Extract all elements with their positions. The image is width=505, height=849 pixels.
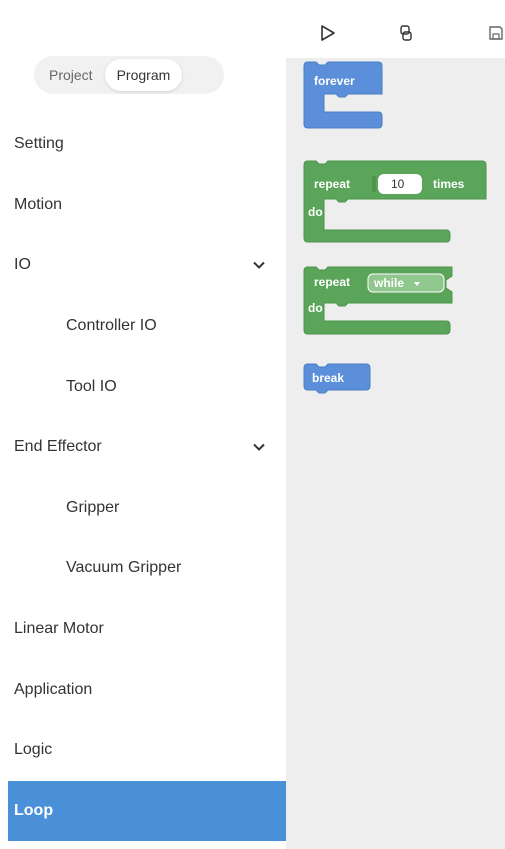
repeat-while-block[interactable]: repeat while do [303, 266, 453, 335]
play-icon[interactable] [318, 22, 338, 44]
category-label: Logic [14, 741, 53, 759]
category-label: Gripper [66, 498, 120, 516]
chevron-down-icon[interactable] [252, 258, 266, 272]
while-value: while [373, 276, 404, 290]
category-loop[interactable]: Loop [8, 780, 286, 842]
break-label: break [312, 371, 344, 385]
forever-label: forever [314, 74, 355, 88]
category-label: Loop [14, 801, 54, 819]
category-setting[interactable]: Setting [8, 114, 286, 175]
count-value: 10 [391, 177, 405, 191]
do-label: do [308, 205, 323, 219]
category-label: Linear Motor [14, 620, 104, 638]
category-controller-io[interactable]: Controller IO [8, 296, 286, 357]
blocks-canvas: forever repeat 10 times do repeat while … [303, 61, 487, 394]
category-logic[interactable]: Logic [8, 720, 286, 781]
category-io[interactable]: IO [8, 235, 286, 296]
category-label: Vacuum Gripper [66, 559, 182, 577]
category-label: Tool IO [66, 377, 117, 395]
save-icon[interactable] [486, 22, 505, 44]
times-label: times [433, 177, 465, 191]
do-label: do [308, 301, 323, 315]
category-application[interactable]: Application [8, 659, 286, 720]
category-label: Setting [14, 135, 64, 153]
workspace-toolbar [286, 0, 505, 58]
tab-program[interactable]: Program [104, 59, 183, 91]
category-end-effector[interactable]: End Effector [8, 417, 286, 478]
tab-project[interactable]: Project [37, 59, 105, 91]
category-label: IO [14, 256, 31, 274]
sidebar: Project Program Setting Motion IO Contro… [0, 0, 286, 849]
category-label: Motion [14, 195, 63, 213]
redo-icon[interactable] [396, 22, 416, 44]
category-motion[interactable]: Motion [8, 175, 286, 236]
category-tool-io[interactable]: Tool IO [8, 356, 286, 417]
repeat-times-block[interactable]: repeat 10 times do [303, 160, 487, 243]
category-label: Controller IO [66, 317, 157, 335]
category-label: End Effector [14, 438, 102, 456]
category-list: Setting Motion IO Controller IO Tool IO … [8, 114, 286, 842]
block-workspace[interactable]: forever repeat 10 times do repeat while … [286, 0, 505, 849]
category-vacuum-gripper[interactable]: Vacuum Gripper [8, 538, 286, 599]
repeat-label: repeat [314, 275, 350, 289]
category-label: Application [14, 680, 93, 698]
mode-tabs: Project Program [34, 56, 224, 94]
break-block[interactable]: break [303, 363, 371, 394]
chevron-down-icon[interactable] [252, 440, 266, 454]
repeat-label: repeat [314, 177, 350, 191]
category-gripper[interactable]: Gripper [8, 478, 286, 539]
category-linear-motor[interactable]: Linear Motor [8, 599, 286, 660]
forever-block[interactable]: forever [303, 61, 383, 129]
